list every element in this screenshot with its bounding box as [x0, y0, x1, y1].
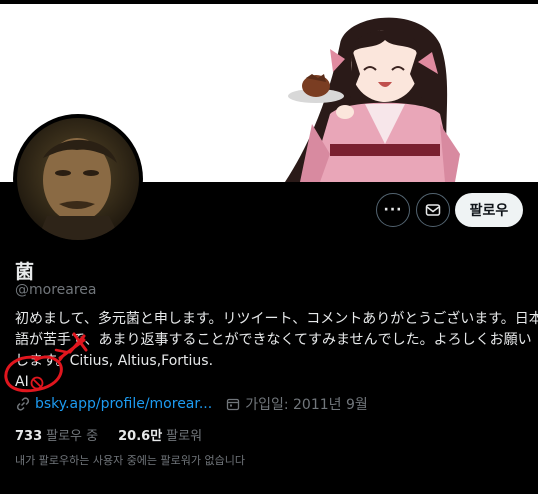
prohibited-icon	[30, 376, 44, 389]
calendar-icon	[227, 398, 240, 411]
avatar-photo	[17, 118, 139, 240]
mail-icon	[425, 204, 441, 216]
bio-ai-line: AI	[15, 372, 527, 393]
profile-meta: bsky.app/profile/morear... 가입일: 2011년 9월	[15, 394, 368, 414]
followers-you-know[interactable]: 내가 팔로우하는 사용자 중에는 팔로워가 없습니다	[15, 452, 245, 468]
profile-link[interactable]: bsky.app/profile/morear...	[35, 396, 212, 412]
bio-line: 初めまして、多元菌と申します。リツイート、コメントありがとうございます。日本	[15, 311, 538, 327]
followers-count: 20.6만	[118, 429, 163, 444]
avatar-frame[interactable]	[13, 114, 143, 244]
display-name: 菌	[15, 261, 35, 283]
followers-label: 팔로워	[166, 429, 203, 444]
joined-date: 가입일: 2011년 9월	[226, 394, 368, 414]
follow-stats: 733 팔로우 중 20.6만 팔로워	[15, 425, 202, 444]
following-label: 팔로우 중	[46, 429, 99, 444]
follow-button[interactable]: 팔로우	[455, 193, 523, 227]
message-button[interactable]	[416, 193, 450, 227]
bio-line: 語が苦手で、あまり返事することができなくてすみませんでした。よろしくお願い	[15, 332, 532, 348]
following-count: 733	[15, 429, 43, 444]
bio-line: します。Citius, Altius,Fortius.	[15, 353, 214, 369]
followers-stat[interactable]: 20.6만 팔로워	[118, 425, 202, 444]
following-stat[interactable]: 733 팔로우 중	[15, 425, 98, 444]
bio-ai-text: AI	[15, 374, 29, 390]
bio: 初めまして、多元菌と申します。リツイート、コメントありがとうございます。日本 語…	[15, 309, 538, 393]
avatar[interactable]	[17, 118, 139, 240]
user-handle: @morearea	[15, 282, 97, 298]
more-button[interactable]: ···	[376, 193, 410, 227]
link-icon	[16, 397, 30, 411]
joined-date-text: 가입일: 2011년 9월	[245, 397, 368, 413]
more-icon: ···	[383, 202, 403, 218]
